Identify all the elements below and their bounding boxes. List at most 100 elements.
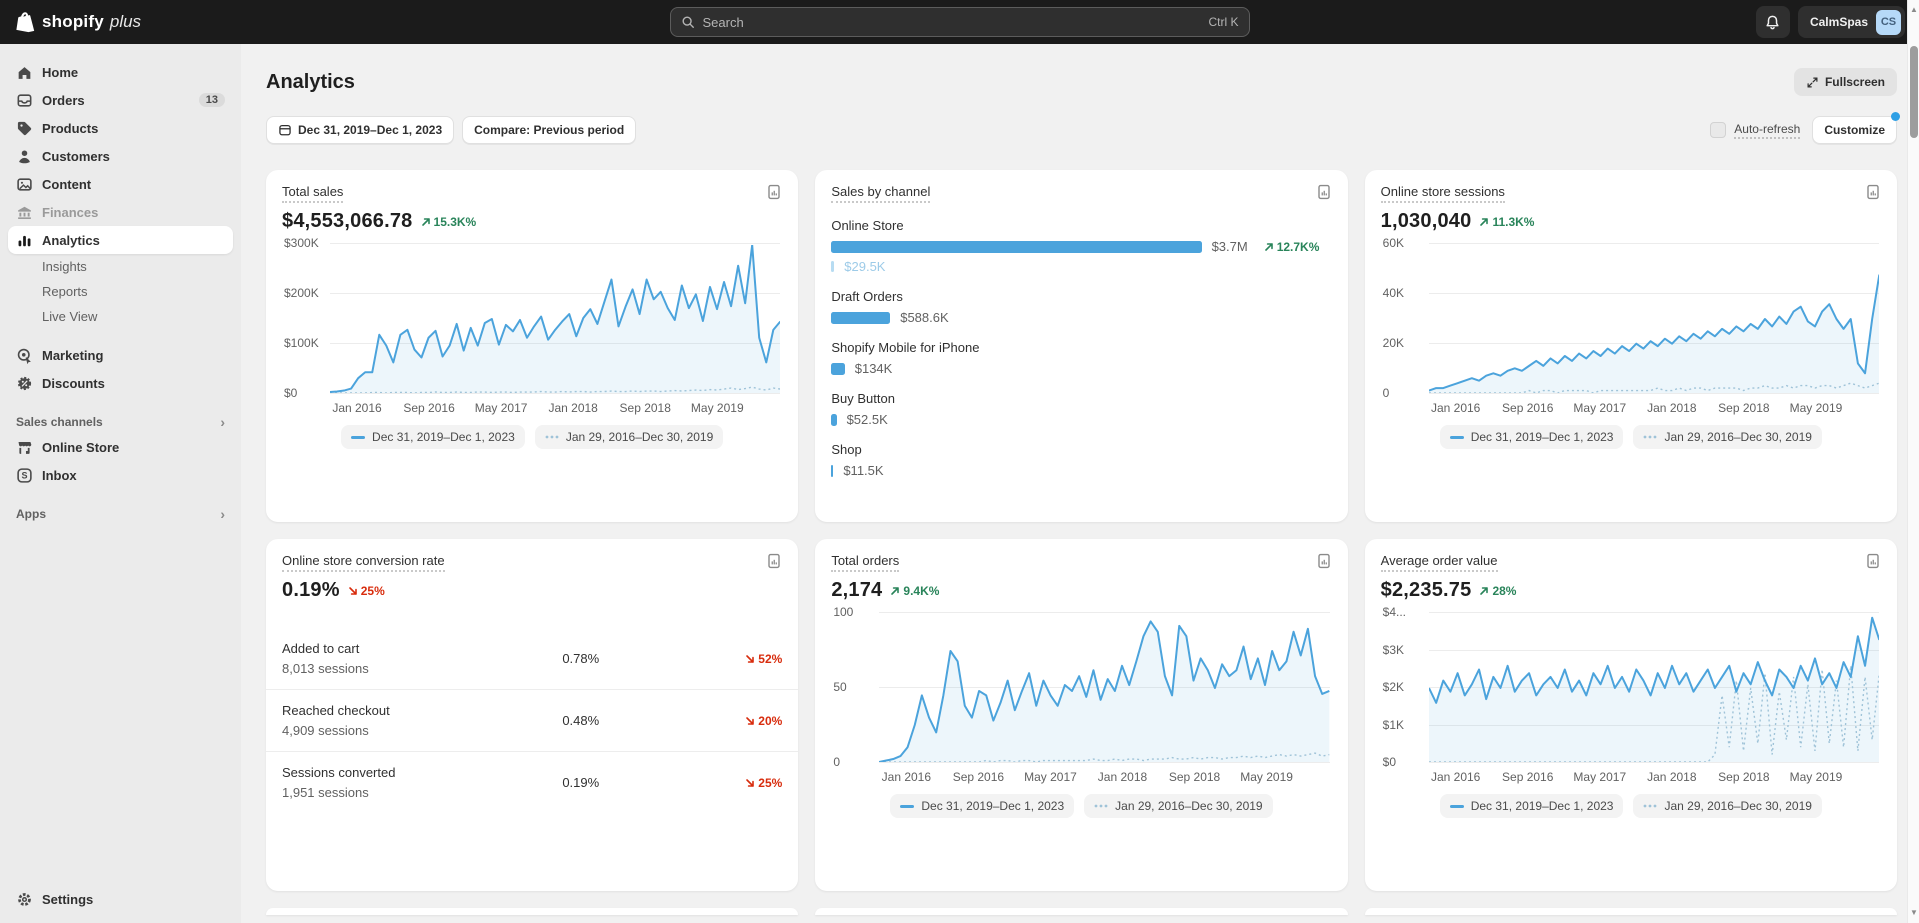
change-badge: 12.7K% xyxy=(1264,240,1320,254)
sales-channels-header[interactable]: Sales channels › xyxy=(8,411,233,433)
fullscreen-button[interactable]: Fullscreen xyxy=(1794,68,1897,96)
arrow-down-right-icon xyxy=(745,778,755,788)
store-menu[interactable]: CalmSpas CS xyxy=(1798,6,1905,38)
plot-area: 60K40K20K0 xyxy=(1381,243,1881,393)
channel-row: Buy Button $52.5K xyxy=(831,391,1331,427)
channel-bar xyxy=(831,241,1201,253)
sidebar-item-orders[interactable]: Orders 13 xyxy=(8,86,233,114)
channel-name[interactable]: Online Store xyxy=(831,218,1331,233)
sidebar-item-discounts[interactable]: Discounts xyxy=(8,369,233,397)
auto-refresh-checkbox[interactable] xyxy=(1710,122,1726,138)
card-title[interactable]: Total sales xyxy=(282,184,343,203)
date-range-button[interactable]: Dec 31, 2019–Dec 1, 2023 xyxy=(266,116,454,144)
channel-name[interactable]: Buy Button xyxy=(831,391,1331,406)
window-scrollbar[interactable]: ▲ ▼ xyxy=(1907,0,1919,923)
x-axis-tick: May 2017 xyxy=(475,401,528,415)
chevron-right-icon: › xyxy=(220,507,225,521)
channel-value: $588.6K xyxy=(900,310,948,325)
online-store-icon xyxy=(16,439,33,456)
x-axis-tick: Sep 2016 xyxy=(1502,401,1553,415)
plot-area: 100500 xyxy=(831,612,1331,762)
shopify-plus-logo[interactable]: shopifyplus xyxy=(14,10,141,34)
legend-current-period[interactable]: Dec 31, 2019–Dec 1, 2023 xyxy=(890,794,1074,818)
legend-previous-period[interactable]: Jan 29, 2016–Dec 30, 2019 xyxy=(535,425,723,449)
x-axis-tick: May 2017 xyxy=(1573,770,1626,784)
sidebar-item-products[interactable]: Products xyxy=(8,114,233,142)
report-icon[interactable] xyxy=(1865,553,1881,569)
report-icon[interactable] xyxy=(766,184,782,200)
y-axis-tick: 40K xyxy=(1383,286,1404,300)
sidebar-item-live-view[interactable]: Live View xyxy=(8,304,233,329)
plot-area: $4...$3K$2K$1K$0 xyxy=(1381,612,1881,762)
channel-compare-value: $29.5K xyxy=(844,259,885,274)
partial-card xyxy=(1365,908,1897,915)
sidebar-item-insights[interactable]: Insights xyxy=(8,254,233,279)
plot-area: $300K$200K$100K$0 xyxy=(282,243,782,393)
search-input[interactable]: Search Ctrl K xyxy=(670,7,1250,37)
customize-button[interactable]: Customize xyxy=(1812,116,1897,144)
y-axis-tick: $100K xyxy=(284,336,319,350)
sidebar-item-analytics[interactable]: Analytics xyxy=(8,226,233,254)
sidebar-item-marketing[interactable]: Marketing xyxy=(8,341,233,369)
chart-legend: Dec 31, 2019–Dec 1, 2023 Jan 29, 2016–Dec… xyxy=(1381,425,1881,449)
legend-current-period[interactable]: Dec 31, 2019–Dec 1, 2023 xyxy=(1440,425,1624,449)
channel-name[interactable]: Shop xyxy=(831,442,1331,457)
channel-bar xyxy=(831,363,844,375)
channel-value: $52.5K xyxy=(847,412,888,427)
x-axis-tick: Jan 2016 xyxy=(882,770,931,784)
sidebar-item-settings[interactable]: Settings xyxy=(8,885,233,913)
store-name: CalmSpas xyxy=(1810,15,1868,29)
x-axis-tick: Jan 2018 xyxy=(1098,770,1147,784)
channel-row: Draft Orders $588.6K xyxy=(831,289,1331,325)
line-chart-svg xyxy=(1429,245,1879,393)
legend-previous-period[interactable]: Jan 29, 2016–Dec 30, 2019 xyxy=(1633,794,1821,818)
sidebar-item-content[interactable]: Content xyxy=(8,170,233,198)
change-badge: 15.3K% xyxy=(421,215,477,229)
sidebar: Home Orders 13 Products Customers xyxy=(0,44,241,923)
x-axis: Jan 2016Sep 2016May 2017Jan 2018Sep 2018… xyxy=(330,393,780,417)
channel-row: Shop $11.5K xyxy=(831,442,1331,478)
y-axis-tick: $3K xyxy=(1383,643,1404,657)
legend-line-swatch xyxy=(1450,805,1464,808)
chart-legend: Dec 31, 2019–Dec 1, 2023 Jan 29, 2016–Dec… xyxy=(282,425,782,449)
y-axis-tick: $2K xyxy=(1383,680,1404,694)
report-icon[interactable] xyxy=(766,553,782,569)
report-icon[interactable] xyxy=(1865,184,1881,200)
sidebar-item-customers[interactable]: Customers xyxy=(8,142,233,170)
auto-refresh-toggle[interactable]: Auto-refresh xyxy=(1710,122,1800,139)
card-title[interactable]: Online store conversion rate xyxy=(282,553,445,572)
legend-current-period[interactable]: Dec 31, 2019–Dec 1, 2023 xyxy=(1440,794,1624,818)
scroll-down-arrow[interactable]: ▼ xyxy=(1910,909,1918,917)
x-axis-tick: May 2019 xyxy=(1790,770,1843,784)
y-axis-tick: $1K xyxy=(1383,718,1404,732)
sidebar-item-online-store[interactable]: Online Store xyxy=(8,433,233,461)
sidebar-item-home[interactable]: Home xyxy=(8,58,233,86)
arrow-up-right-icon xyxy=(421,217,431,227)
sidebar-item-reports[interactable]: Reports xyxy=(8,279,233,304)
channel-name[interactable]: Shopify Mobile for iPhone xyxy=(831,340,1331,355)
card-title[interactable]: Total orders xyxy=(831,553,899,572)
card-title[interactable]: Sales by channel xyxy=(831,184,930,203)
sidebar-item-inbox[interactable]: S Inbox xyxy=(8,461,233,489)
legend-line-swatch xyxy=(1450,436,1464,439)
x-axis-tick: May 2019 xyxy=(1240,770,1293,784)
legend-previous-period[interactable]: Jan 29, 2016–Dec 30, 2019 xyxy=(1633,425,1821,449)
scrollbar-thumb[interactable] xyxy=(1910,46,1918,138)
y-axis-tick: $0 xyxy=(1383,755,1396,769)
scroll-up-arrow[interactable]: ▲ xyxy=(1910,6,1918,14)
legend-current-period[interactable]: Dec 31, 2019–Dec 1, 2023 xyxy=(341,425,525,449)
notifications-button[interactable] xyxy=(1756,6,1790,38)
average-order-value-chart: $4...$3K$2K$1K$0Jan 2016Sep 2016May 2017… xyxy=(1381,612,1881,818)
svg-text:S: S xyxy=(21,470,27,480)
y-axis-tick: $4... xyxy=(1383,605,1406,619)
apps-header[interactable]: Apps › xyxy=(8,503,233,525)
card-title[interactable]: Average order value xyxy=(1381,553,1498,572)
channel-name[interactable]: Draft Orders xyxy=(831,289,1331,304)
card-title[interactable]: Online store sessions xyxy=(1381,184,1505,203)
report-icon[interactable] xyxy=(1316,184,1332,200)
report-icon[interactable] xyxy=(1316,553,1332,569)
legend-previous-period[interactable]: Jan 29, 2016–Dec 30, 2019 xyxy=(1084,794,1272,818)
compare-button[interactable]: Compare: Previous period xyxy=(462,116,636,144)
sidebar-item-finances[interactable]: Finances xyxy=(8,198,233,226)
x-axis-tick: May 2017 xyxy=(1573,401,1626,415)
